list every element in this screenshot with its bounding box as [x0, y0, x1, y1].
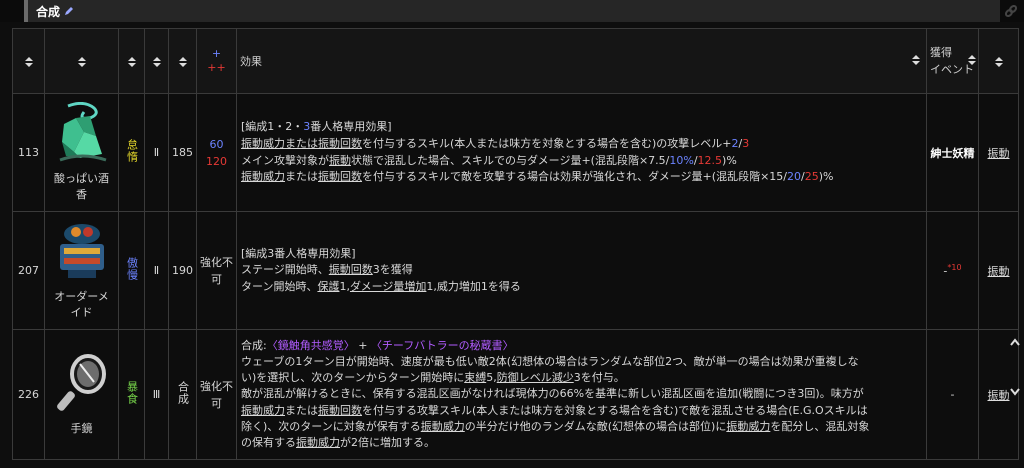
keyword-label[interactable]: 振動 [988, 389, 1010, 402]
sort-tier[interactable] [144, 28, 169, 94]
sin-label: 傲慢 [125, 257, 139, 281]
sin-label: 怠惰 [125, 139, 139, 163]
upgrade-cost: 強化不可 [196, 329, 237, 460]
sort-icon[interactable] [152, 56, 161, 67]
effect-line: 除く)、次のターンに対象が保有する振動威力の半分だけ他のランダムな敵(幻想体の場… [241, 419, 870, 433]
upgrade-cost: 60 120 [196, 93, 237, 212]
tier: Ⅲ [144, 329, 169, 460]
effect-line: 振動威力または振動回数を付与するスキル(本人または味方を対象とする場合を含む)の… [241, 136, 750, 150]
price: 合成 [168, 329, 197, 460]
keyword-label[interactable]: 振動 [988, 147, 1010, 160]
sin-label: 暴食 [125, 381, 139, 405]
crystal-bottle-icon [58, 101, 106, 162]
event-footnote[interactable]: *10 [947, 263, 961, 272]
effect-line: 敵が混乱が解けるときに、保有する混乱区画がなければ現体力の66%を基準に新しい混… [241, 387, 864, 401]
sort-icon[interactable] [178, 56, 187, 67]
header-effect-label: 効果 [240, 55, 262, 68]
sort-image[interactable] [44, 28, 119, 94]
sort-icon[interactable] [994, 56, 1003, 67]
effect-line: ウェーブの1ターン目が開始時、速度が最も低い敵2体(幻想体の場合はランダムな部位… [241, 354, 859, 368]
section-title: 合成 [36, 4, 61, 19]
sin-cell: 傲慢 [118, 211, 145, 330]
header-plus: + [211, 47, 222, 60]
effect-line: ターン開始時、保護1,ダメージ量増加1,威力増加1を得る [241, 279, 521, 293]
price: 185 [168, 93, 197, 212]
price-label: 合成 [176, 381, 190, 405]
effect-head: 合成: [241, 338, 267, 352]
keyword-link[interactable]: 振動 [978, 93, 1019, 212]
gift-name: オーダーメイド [54, 290, 109, 319]
header-effect[interactable]: 効果 [236, 28, 927, 94]
effect-line: ステージ開始時、振動回数3を獲得 [241, 263, 413, 277]
sort-keyword[interactable] [978, 28, 1019, 94]
synthesis-table: + ++ 効果 獲得 イベント 113 酸っぱい酒香 怠惰 Ⅱ 185 60 1… [12, 28, 1019, 460]
upgrade-cost: 強化不可 [196, 211, 237, 330]
sin-cell: 暴食 [118, 329, 145, 460]
row-id: 113 [12, 93, 45, 212]
scroll-up-icon[interactable] [1010, 336, 1020, 350]
sort-icon[interactable] [24, 56, 33, 67]
effect-line: の保有する振動威力が2倍に増加する。 [241, 436, 435, 449]
table-row: 113 酸っぱい酒香 怠惰 Ⅱ 185 60 120 [編成1・2・3番人格専用… [12, 93, 1019, 212]
sort-icon[interactable] [127, 56, 136, 67]
gift-cell[interactable]: 手鏡 [44, 329, 119, 460]
gift-cell[interactable]: オーダーメイド [44, 211, 119, 330]
recipe-plus: + [358, 338, 368, 352]
effect-line: 振動威力または振動回数を付与する攻撃スキル(本人または味方を対象とする場合を含む… [241, 403, 868, 417]
sort-icon[interactable] [77, 56, 86, 67]
table-row: 226 手鏡 暴食 Ⅲ 合成 強化不可 合成:〈鏡触角共感覚〉 + 〈チーフバト… [12, 329, 1019, 460]
effect-text: 合成:〈鏡触角共感覚〉 + 〈チーフバトラーの秘蔵書〉 ウェーブの1ターン目が開… [236, 329, 927, 460]
table-row: 207 オーダーメイド 傲慢 Ⅱ 190 強化不可 [編成3番人格専用効果] ス… [12, 211, 1019, 330]
effect-line: [編成1・2・3番人格専用効果] [241, 120, 392, 134]
price: 190 [168, 211, 197, 330]
suit-case-icon [59, 224, 104, 278]
effect-line: 振動威力または振動回数を付与するスキルで敵を攻撃する場合は効果が強化され、ダメー… [241, 170, 834, 184]
link-icon[interactable] [1004, 4, 1018, 18]
effect-line: 合成:〈鏡触角共感覚〉 + 〈チーフバトラーの秘蔵書〉 [241, 338, 922, 354]
effect-line: い)を選択し、次のターンからターン開始時に束縛5,防御レベル減少3を付与。 [241, 371, 625, 385]
section-accent [24, 0, 28, 22]
recipe-item-1[interactable]: 〈鏡触角共感覚〉 [267, 339, 355, 352]
recipe-item-2[interactable]: 〈チーフバトラーの秘蔵書〉 [371, 339, 514, 352]
tier: Ⅱ [144, 211, 169, 330]
sort-sin[interactable] [118, 28, 145, 94]
row-id: 207 [12, 211, 45, 330]
sort-icon[interactable] [912, 55, 920, 65]
sin-cell: 怠惰 [118, 93, 145, 212]
header-event[interactable]: 獲得 イベント [926, 28, 979, 94]
gift-name: 酸っぱい酒香 [54, 172, 109, 201]
event-cell: -*10 [926, 211, 979, 330]
header-row: + ++ 効果 獲得 イベント [12, 28, 1019, 94]
hand-mirror-icon [56, 354, 106, 411]
event-cell: - [926, 329, 979, 460]
event-cell: 紳士妖精 [926, 93, 979, 212]
cost-plusplus: 120 [206, 154, 227, 168]
effect-text: [編成3番人格専用効果] ステージ開始時、振動回数3を獲得 ターン開始時、保護1… [236, 211, 927, 330]
scroll-down-icon[interactable] [1010, 384, 1020, 398]
gift-name: 手鏡 [70, 422, 93, 435]
sort-price[interactable] [168, 28, 197, 94]
sort-icon[interactable] [968, 55, 976, 65]
sort-id[interactable] [12, 28, 45, 94]
keyword-link[interactable]: 振動 [978, 211, 1019, 330]
row-id: 226 [12, 329, 45, 460]
effect-line: [編成3番人格専用効果] [241, 246, 356, 260]
header-upgrade[interactable]: + ++ [196, 28, 237, 94]
header-plusplus: ++ [207, 61, 226, 74]
cost-plus: 60 [209, 137, 224, 151]
section-header: 合成 [24, 0, 1000, 22]
gift-cell[interactable]: 酸っぱい酒香 [44, 93, 119, 212]
edit-pencil-icon[interactable] [64, 6, 74, 16]
keyword-label[interactable]: 振動 [988, 265, 1010, 278]
effect-line: メイン攻撃対象が振動状態で混乱した場合、スキルでの与ダメージ量+(混乱段階×7.… [241, 153, 737, 167]
tier: Ⅱ [144, 93, 169, 212]
effect-text: [編成1・2・3番人格専用効果] 振動威力または振動回数を付与するスキル(本人ま… [236, 93, 927, 212]
